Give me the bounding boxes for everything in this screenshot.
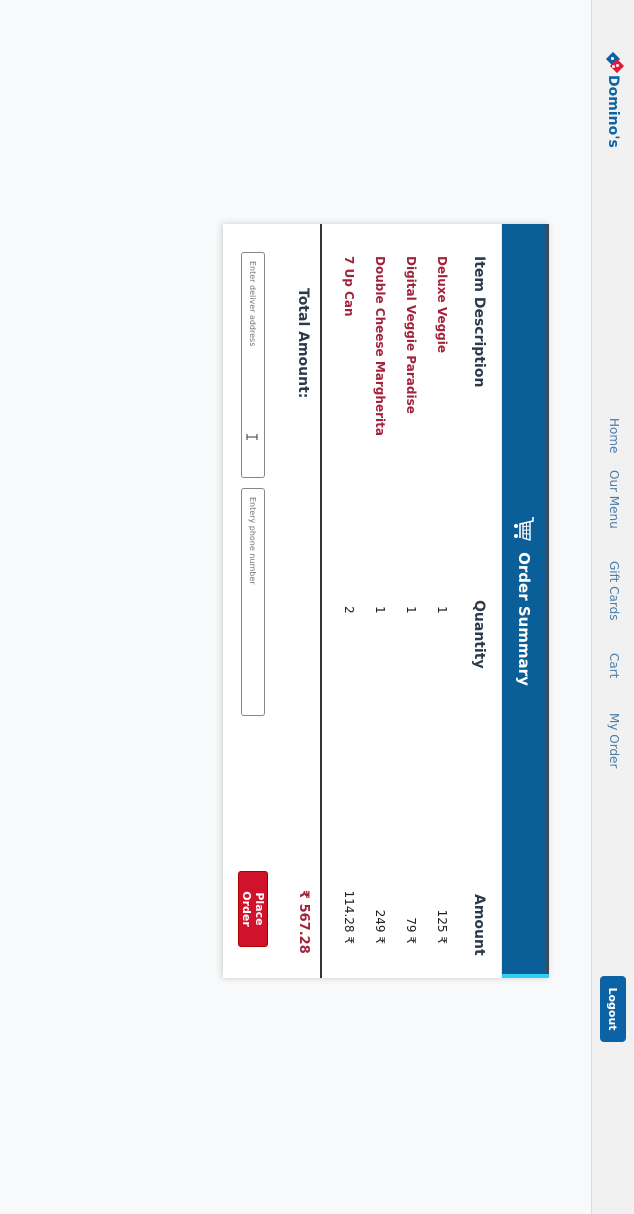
table-row: Deluxe Veggie 1 ₹ 125 (427, 224, 449, 978)
header-accent (502, 974, 549, 978)
nav-cart[interactable]: Cart (607, 653, 621, 678)
item-quantity: 2 (342, 606, 356, 614)
nav-our-menu[interactable]: Our Menu (607, 470, 621, 529)
item-name: Digital Veggie Paradise (404, 256, 418, 414)
item-amount: ₹ 114.28 (342, 890, 356, 944)
page: Domino's Home Our Menu Gift Cards Cart M… (0, 0, 634, 1214)
item-amount: ₹ 125 (435, 909, 449, 944)
cart-icon (514, 517, 534, 542)
item-quantity: 1 (435, 606, 449, 614)
item-amount: ₹ 249 (373, 909, 387, 944)
page-title: Order Summary (515, 552, 533, 686)
place-order-button[interactable]: Place Order (238, 871, 268, 947)
column-header-amount: Amount (471, 894, 487, 956)
item-quantity: 1 (404, 606, 418, 614)
table-row: Double Cheese Margherita 1 ₹ 249 (365, 224, 387, 978)
item-name: 7 Up Can (342, 256, 356, 317)
nav-my-order[interactable]: My Order (607, 713, 621, 768)
total-value: ₹ 567.28 (296, 890, 311, 954)
nav-home[interactable]: Home (607, 418, 621, 453)
address-input[interactable] (241, 252, 265, 478)
table-row: Digital Veggie Paradise 1 ₹ 79 (396, 224, 418, 978)
column-header-item: Item Description (471, 256, 487, 388)
phone-input[interactable] (241, 488, 265, 716)
divider (501, 224, 502, 978)
order-summary-header: Order Summary (502, 224, 549, 978)
total-label: Total Amount: (295, 288, 311, 399)
text-cursor-icon (246, 434, 258, 440)
total-divider (320, 224, 322, 978)
item-name: Double Cheese Margherita (373, 256, 387, 436)
brand[interactable]: Domino's (601, 51, 625, 148)
item-quantity: 1 (373, 606, 387, 614)
navbar: Domino's Home Our Menu Gift Cards Cart M… (591, 0, 634, 1214)
item-amount: ₹ 79 (404, 917, 418, 944)
nav-gift-cards[interactable]: Gift Cards (607, 561, 621, 621)
item-name: Deluxe Veggie (435, 256, 449, 354)
dominos-logo-icon (604, 51, 625, 74)
table-row: 7 Up Can 2 ₹ 114.28 (334, 224, 356, 978)
brand-name: Domino's (605, 75, 621, 148)
logout-button[interactable]: Logout (600, 976, 626, 1042)
column-header-quantity: Quantity (471, 600, 487, 669)
order-summary-card: Order Summary Item Description Quantity … (223, 224, 549, 978)
